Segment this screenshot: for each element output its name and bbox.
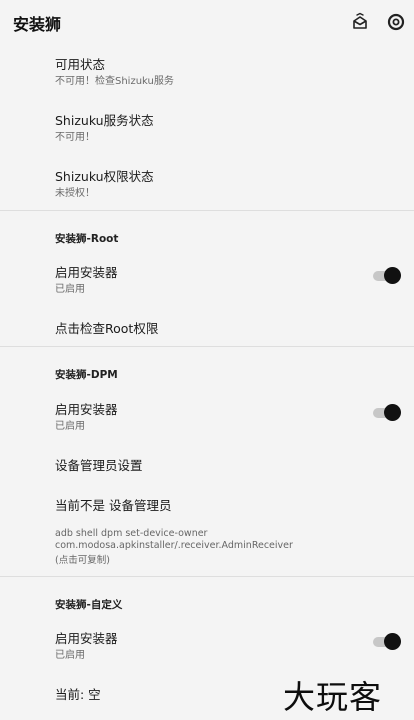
divider [0,576,414,577]
command-line-1: adb shell dpm set-device-owner [55,528,208,539]
app-bar: 安装狮 [0,0,414,44]
app-title: 安装狮 [13,15,62,34]
command-copy-hint: (点击可复制) [55,555,110,566]
command-line-2: com.modosa.apkinstaller/.receiver.AdminR… [55,540,293,551]
section-title-custom: 安装狮-自定义 [55,599,123,611]
custom-enable-switch[interactable] [373,633,403,651]
section-title-dpm: 安装狮-DPM [55,369,118,381]
row-subtitle: 不可用！ [55,132,95,143]
switch-thumb [384,404,401,421]
row-title: 启用安装器 [55,265,118,280]
row-title: Shizuku服务状态 [55,113,154,128]
row-title: 可用状态 [55,57,106,72]
row-title: 点击检查Root权限 [55,321,159,336]
row-title: 设备管理员设置 [55,458,143,473]
section-title-root: 安装狮-Root [55,233,119,245]
row-title: 当前不是 设备管理员 [55,498,172,513]
divider [0,346,414,347]
settings-gear-icon[interactable] [386,12,406,32]
watermark-logo: 大玩客 [283,678,383,716]
row-title: Shizuku权限状态 [55,169,154,184]
dpm-enable-switch[interactable] [373,404,403,422]
root-enable-switch[interactable] [373,267,403,285]
row-subtitle: 已启用 [55,284,85,295]
row-subtitle: 已启用 [55,421,85,432]
row-title: 当前: 空 [55,687,101,702]
divider [0,210,414,211]
row-subtitle: 已启用 [55,650,85,661]
switch-thumb [384,633,401,650]
row-title: 启用安装器 [55,631,118,646]
switch-thumb [384,267,401,284]
row-subtitle: 未授权！ [55,188,95,199]
row-title: 启用安装器 [55,402,118,417]
row-subtitle: 不可用！检查Shizuku服务 [55,76,174,87]
package-icon[interactable] [350,12,370,32]
